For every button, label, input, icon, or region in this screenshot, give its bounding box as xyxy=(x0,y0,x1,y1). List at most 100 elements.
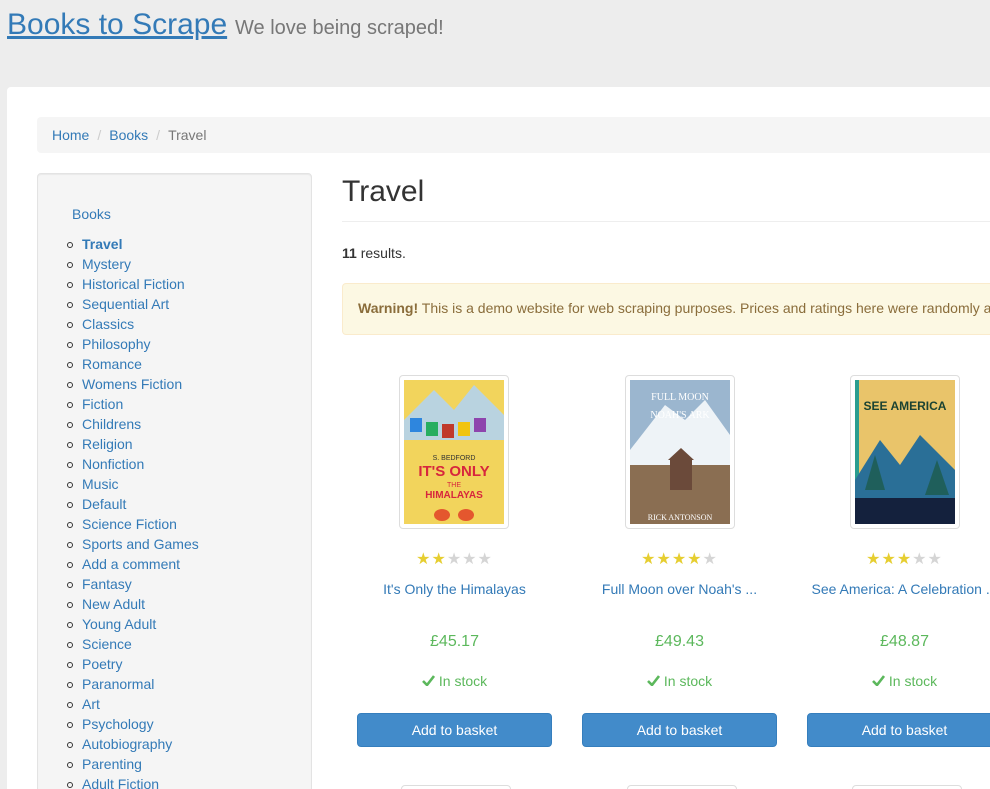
availability: In stock xyxy=(342,673,567,689)
sidebar-item: Art xyxy=(67,694,199,714)
star-icon: ★ xyxy=(477,551,493,568)
check-icon xyxy=(421,673,435,689)
sidebar-item-link[interactable]: Default xyxy=(82,496,126,512)
sidebar-item-link[interactable]: Science xyxy=(82,636,132,652)
breadcrumb-separator: / xyxy=(156,127,161,143)
sidebar-item-link[interactable]: Autobiography xyxy=(82,736,172,752)
page-container: Home / Books / Travel Books Travel Mystery His… xyxy=(7,87,990,789)
results-count: 11 results. xyxy=(342,245,406,261)
sidebar-item: Classics xyxy=(67,314,199,334)
star-icon: ★ xyxy=(641,551,657,568)
sidebar-item-link[interactable]: Fiction xyxy=(82,396,123,412)
sidebar-item-link[interactable]: Art xyxy=(82,696,100,712)
sidebar-item-link[interactable]: Travel xyxy=(82,236,122,252)
page-title: Travel xyxy=(342,175,425,208)
category-sidebar: Books Travel Mystery Historical Fiction Seq… xyxy=(37,173,312,789)
sidebar-item-link[interactable]: New Adult xyxy=(82,596,145,612)
sidebar-item-link[interactable]: Womens Fiction xyxy=(82,376,182,392)
sidebar-item-link[interactable]: Parenting xyxy=(82,756,142,772)
sidebar-item: Religion xyxy=(67,434,199,454)
book-cover-image: FULL MOON NOAH'S ARK RICK ANTONSON xyxy=(630,380,730,524)
star-rating: ★★★★★ xyxy=(342,549,567,569)
sidebar-item: Autobiography xyxy=(67,734,199,754)
sidebar-item: Nonfiction xyxy=(67,454,199,474)
book-title-link[interactable]: It's Only the Himalayas xyxy=(342,581,567,597)
sidebar-item-link[interactable]: Science Fiction xyxy=(82,516,177,532)
breadcrumb: Home / Books / Travel xyxy=(37,117,990,153)
star-rating: ★★★★★ xyxy=(792,549,990,569)
sidebar-item: New Adult xyxy=(67,594,199,614)
sidebar-books-link[interactable]: Books xyxy=(72,206,111,222)
star-icon: ★ xyxy=(656,551,672,568)
sidebar-item: Fantasy xyxy=(67,574,199,594)
product-pod: S. BEDFORD IT'S ONLY THE HIMALAYAS ★★★★★ It's… xyxy=(342,375,567,789)
sidebar-item: Travel xyxy=(67,234,199,254)
brand-link[interactable]: Books to Scrape xyxy=(7,8,227,41)
sidebar-item: Adult Fiction xyxy=(67,774,199,789)
svg-text:SEE AMERICA: SEE AMERICA xyxy=(864,399,947,413)
star-icon: ★ xyxy=(446,551,463,568)
results-label: results. xyxy=(360,245,406,261)
availability-text: In stock xyxy=(888,673,938,689)
star-icon: ★ xyxy=(462,551,478,568)
sidebar-item: Paranormal xyxy=(67,674,199,694)
check-icon xyxy=(646,673,660,689)
sidebar-item-link[interactable]: Childrens xyxy=(82,416,141,432)
availability: In stock xyxy=(567,673,792,689)
svg-text:HIMALAYAS: HIMALAYAS xyxy=(425,490,483,501)
sidebar-item-link[interactable]: Sequential Art xyxy=(82,296,169,312)
book-thumbnail[interactable]: FULL MOON NOAH'S ARK RICK ANTONSON xyxy=(625,375,735,529)
svg-text:S. BEDFORD: S. BEDFORD xyxy=(433,455,476,462)
sidebar-item-link[interactable]: Young Adult xyxy=(82,616,156,632)
sidebar-item-link[interactable]: Paranormal xyxy=(82,676,154,692)
star-icon: ★ xyxy=(866,551,882,568)
add-to-basket-button[interactable]: Add to basket xyxy=(582,713,777,747)
sidebar-item: Default xyxy=(67,494,199,514)
warning-label: Warning! xyxy=(358,300,419,316)
sidebar-item: Romance xyxy=(67,354,199,374)
book-thumbnail[interactable]: SEE AMERICA xyxy=(850,375,960,529)
sidebar-item: Fiction xyxy=(67,394,199,414)
sidebar-item-link[interactable]: Add a comment xyxy=(82,556,180,572)
star-icon: ★ xyxy=(431,551,447,568)
breadcrumb-books[interactable]: Books xyxy=(109,127,148,143)
sidebar-item-link[interactable]: Classics xyxy=(82,316,134,332)
svg-text:IT'S ONLY: IT'S ONLY xyxy=(418,463,489,480)
star-icon: ★ xyxy=(702,551,718,568)
sidebar-item-link[interactable]: Psychology xyxy=(82,716,154,732)
next-row-thumbnail[interactable] xyxy=(401,785,511,789)
sidebar-item-link[interactable]: Mystery xyxy=(82,256,131,272)
sidebar-item: Womens Fiction xyxy=(67,374,199,394)
site-header: Books to Scrape We love being scraped! xyxy=(7,8,444,48)
sidebar-item: Science xyxy=(67,634,199,654)
sidebar-item-link[interactable]: Fantasy xyxy=(82,576,132,592)
sidebar-item-link[interactable]: Music xyxy=(82,476,119,492)
tagline: We love being scraped! xyxy=(235,17,444,39)
sidebar-item-link[interactable]: Sports and Games xyxy=(82,536,199,552)
star-rating: ★★★★★ xyxy=(567,549,792,569)
star-icon: ★ xyxy=(912,551,928,568)
sidebar-item-link[interactable]: Historical Fiction xyxy=(82,276,185,292)
breadcrumb-home[interactable]: Home xyxy=(52,127,89,143)
sidebar-item-link[interactable]: Religion xyxy=(82,436,133,452)
book-thumbnail[interactable]: S. BEDFORD IT'S ONLY THE HIMALAYAS xyxy=(399,375,509,529)
availability: In stock xyxy=(792,673,990,689)
sidebar-item-link[interactable]: Nonfiction xyxy=(82,456,144,472)
product-pod: FULL MOON NOAH'S ARK RICK ANTONSON ★★★★★ Ful… xyxy=(567,375,792,789)
add-to-basket-button[interactable]: Add to basket xyxy=(807,713,990,747)
star-icon: ★ xyxy=(687,551,703,568)
availability-text: In stock xyxy=(438,673,488,689)
sidebar-item: Young Adult xyxy=(67,614,199,634)
sidebar-item-link[interactable]: Romance xyxy=(82,356,142,372)
sidebar-item-link[interactable]: Poetry xyxy=(82,656,122,672)
sidebar-item: Poetry xyxy=(67,654,199,674)
book-title-link[interactable]: See America: A Celebration ... xyxy=(792,581,990,597)
book-title-link[interactable]: Full Moon over Noah's ... xyxy=(567,581,792,597)
sidebar-item-link[interactable]: Philosophy xyxy=(82,336,151,352)
sidebar-item-link[interactable]: Adult Fiction xyxy=(82,776,159,789)
add-to-basket-button[interactable]: Add to basket xyxy=(357,713,552,747)
title-divider xyxy=(342,221,990,222)
availability-text: In stock xyxy=(663,673,713,689)
next-row-thumbnail[interactable] xyxy=(627,785,737,789)
next-row-thumbnail[interactable] xyxy=(852,785,962,789)
